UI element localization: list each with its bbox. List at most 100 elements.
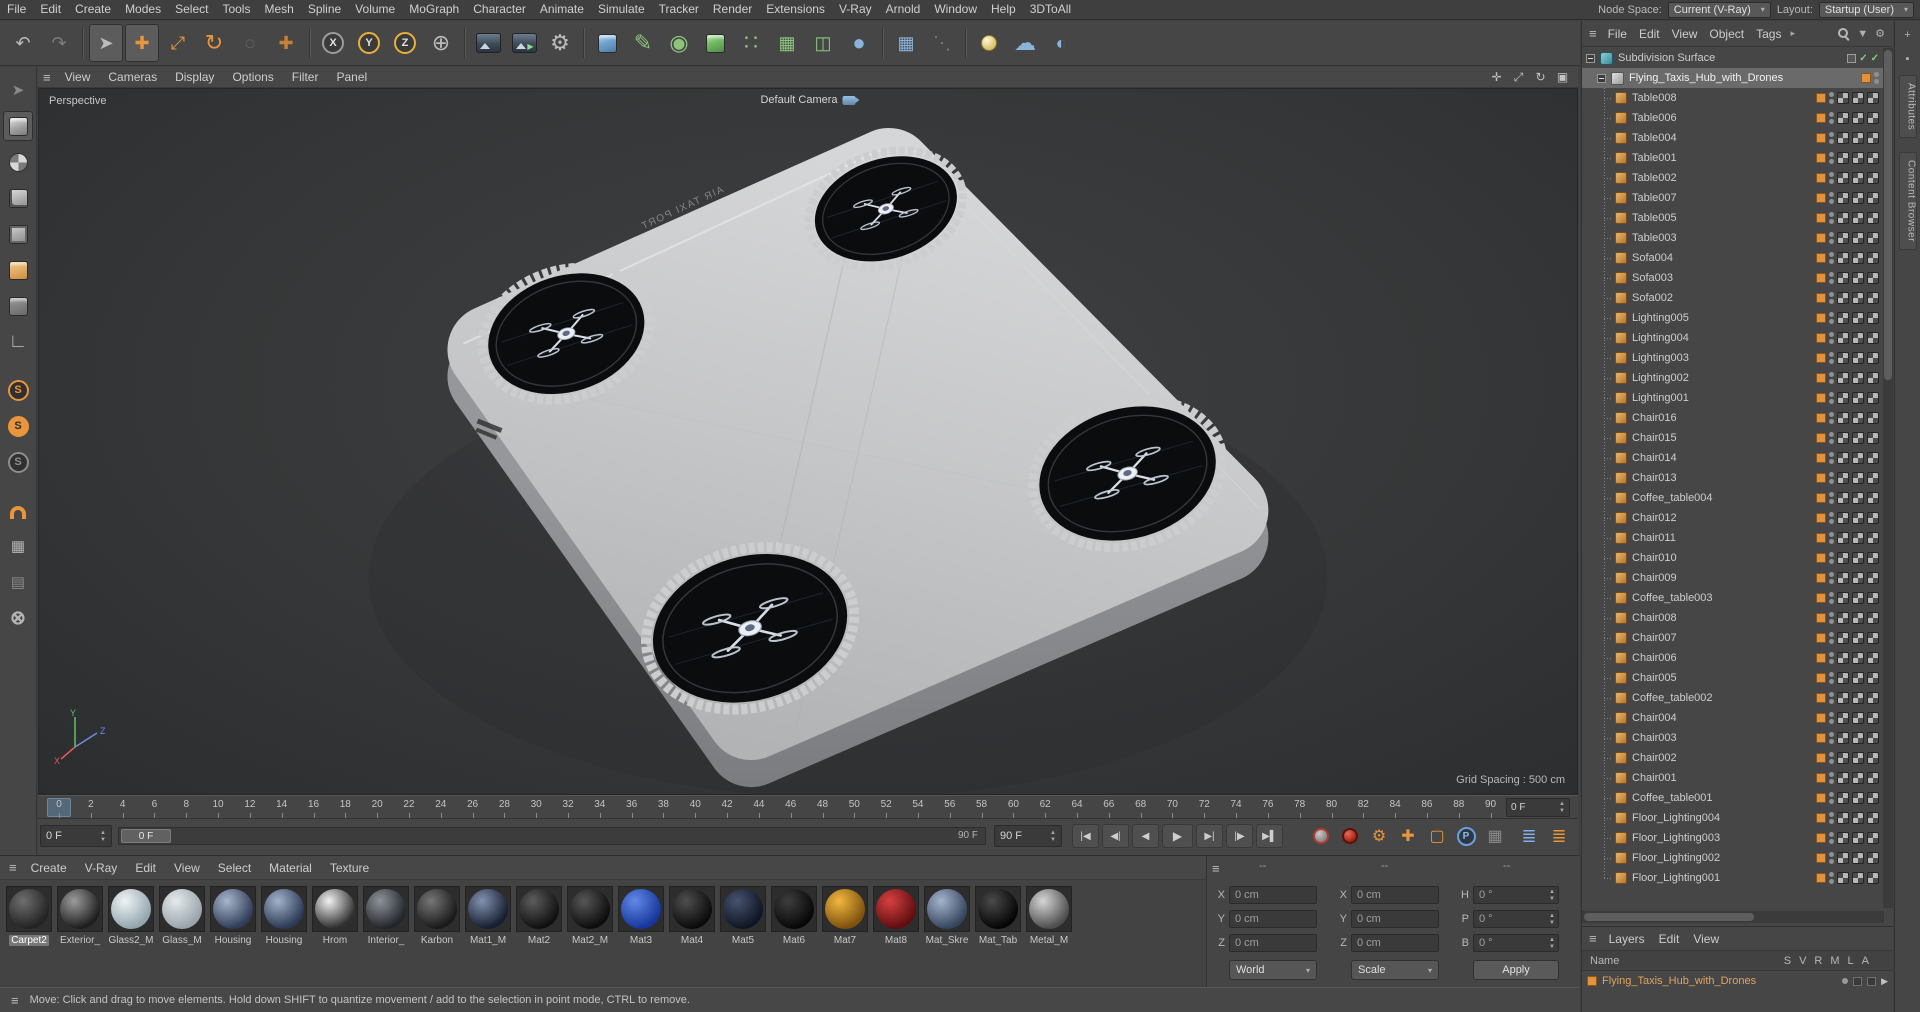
layer-chip[interactable] xyxy=(1816,453,1826,463)
texture-tag-icon[interactable] xyxy=(1837,532,1849,544)
tree-item-lighting004[interactable]: Lighting004 xyxy=(1582,328,1884,348)
visible-check-icon[interactable]: ✓ xyxy=(1871,53,1879,64)
editor-visibility-dot[interactable] xyxy=(1829,472,1834,477)
menu-mograph[interactable]: MoGraph xyxy=(402,0,466,20)
ruler-tick-4[interactable]: 4 xyxy=(116,796,130,818)
ruler-tick-12[interactable]: 12 xyxy=(243,796,257,818)
ruler-tick-74[interactable]: 74 xyxy=(1229,796,1243,818)
enabled-check-icon[interactable]: ✓ xyxy=(1859,53,1867,64)
phong-tag-icon[interactable] xyxy=(1867,92,1879,104)
tree-item-lighting002[interactable]: Lighting002 xyxy=(1582,368,1884,388)
metaball-icon[interactable]: ● xyxy=(842,24,876,62)
viewport-menu-view[interactable]: View xyxy=(56,70,100,84)
ruler-tick-26[interactable]: 26 xyxy=(466,796,480,818)
points-mode-icon[interactable] xyxy=(3,183,33,213)
editor-visibility-dot[interactable] xyxy=(1829,832,1834,837)
rotation-header[interactable]: -- xyxy=(1503,860,1510,872)
texture-tag-icon[interactable] xyxy=(1837,672,1849,684)
ruler-tick-90[interactable]: 90 xyxy=(1484,796,1498,818)
render-visibility-dot[interactable] xyxy=(1829,179,1834,184)
texture-tag-icon[interactable] xyxy=(1837,752,1849,764)
size-z-field[interactable]: 0 cm xyxy=(1351,934,1439,952)
tree-item-chair015[interactable]: Chair015 xyxy=(1582,428,1884,448)
phong-tag-icon[interactable] xyxy=(1867,132,1879,144)
render-visibility-dot[interactable] xyxy=(1829,259,1834,264)
phong-tag-icon[interactable] xyxy=(1867,412,1879,424)
tree-item-table006[interactable]: Table006 xyxy=(1582,108,1884,128)
tree-item-floor-lighting001[interactable]: Floor_Lighting001 xyxy=(1582,868,1884,888)
power-slider-handle[interactable]: 0 F xyxy=(121,829,171,843)
layer-chip[interactable] xyxy=(1861,73,1871,83)
material-swatch-mat2-m[interactable]: Mat2_M xyxy=(565,886,615,946)
tree-item-table005[interactable]: Table005 xyxy=(1582,208,1884,228)
add-panel-icon[interactable]: + xyxy=(1900,27,1916,43)
ruler-tick-70[interactable]: 70 xyxy=(1165,796,1179,818)
tree-item-table001[interactable]: Table001 xyxy=(1582,148,1884,168)
scale-tool-icon[interactable]: ⤢ xyxy=(161,24,195,62)
ruler-tick-2[interactable]: 2 xyxy=(84,796,98,818)
tree-item-lighting005[interactable]: Lighting005 xyxy=(1582,308,1884,328)
editor-visibility-dot[interactable] xyxy=(1829,272,1834,277)
solo-dot-icon[interactable] xyxy=(1842,978,1849,984)
texture-tag-icon[interactable] xyxy=(1852,92,1864,104)
render-visibility-dot[interactable] xyxy=(1829,739,1834,744)
texture-tag-icon[interactable] xyxy=(1852,352,1864,364)
material-swatch-housing[interactable]: Housing xyxy=(259,886,309,946)
spinner-down-icon[interactable]: ▼ xyxy=(1559,808,1565,814)
texture-tag-icon[interactable] xyxy=(1852,752,1864,764)
texture-tag-icon[interactable] xyxy=(1852,772,1864,784)
prev-frame-button[interactable]: ◀ xyxy=(1132,824,1159,848)
spline-pen-icon[interactable]: ✎ xyxy=(626,24,660,62)
redo-icon[interactable]: ↷ xyxy=(42,24,76,62)
texture-tag-icon[interactable] xyxy=(1837,492,1849,504)
y-axis-lock-icon[interactable]: Y xyxy=(352,24,386,62)
phong-tag-icon[interactable] xyxy=(1867,712,1879,724)
texture-tag-icon[interactable] xyxy=(1837,652,1849,664)
ruler-tick-56[interactable]: 56 xyxy=(943,796,957,818)
tree-item-sofa004[interactable]: Sofa004 xyxy=(1582,248,1884,268)
material-swatch-glass2-m[interactable]: Glass2_M xyxy=(106,886,156,946)
goto-start-button[interactable]: |◀ xyxy=(1072,824,1099,848)
editor-visibility-dot[interactable] xyxy=(1829,812,1834,817)
texture-tag-icon[interactable] xyxy=(1852,592,1864,604)
ruler-tick-30[interactable]: 30 xyxy=(529,796,543,818)
vertical-scrollbar[interactable] xyxy=(1883,48,1893,908)
editor-visibility-dot[interactable] xyxy=(1829,612,1834,617)
editor-visibility-dot[interactable] xyxy=(1829,412,1834,417)
render-visibility-dot[interactable] xyxy=(1829,619,1834,624)
texture-tag-icon[interactable] xyxy=(1837,112,1849,124)
editor-visibility-dot[interactable] xyxy=(1829,332,1834,337)
ruler-tick-44[interactable]: 44 xyxy=(752,796,766,818)
editor-visibility-dot[interactable] xyxy=(1829,92,1834,97)
tree-item-chair011[interactable]: Chair011 xyxy=(1582,528,1884,548)
ruler-tick-62[interactable]: 62 xyxy=(1038,796,1052,818)
layer-chip[interactable] xyxy=(1816,193,1826,203)
free-move-icon[interactable]: ✚ xyxy=(269,24,303,62)
render-visibility-dot[interactable] xyxy=(1829,299,1834,304)
layer-chip[interactable] xyxy=(1816,733,1826,743)
timeline-options-icon[interactable]: ≣ xyxy=(1548,825,1570,847)
phong-tag-icon[interactable] xyxy=(1867,532,1879,544)
texture-tag-icon[interactable] xyxy=(1837,412,1849,424)
viewport-menu-filter[interactable]: Filter xyxy=(283,70,328,84)
editor-visibility-dot[interactable] xyxy=(1829,492,1834,497)
scale-mode-select[interactable]: Scale ▾ xyxy=(1351,960,1439,980)
render-visibility-dot[interactable] xyxy=(1829,459,1834,464)
texture-tag-icon[interactable] xyxy=(1837,692,1849,704)
layers-menu-edit[interactable]: Edit xyxy=(1652,932,1687,946)
material-menu-select[interactable]: Select xyxy=(209,861,260,875)
texture-mode-icon[interactable] xyxy=(3,147,33,177)
editor-visibility-dot[interactable] xyxy=(1829,732,1834,737)
position-y-field[interactable]: 0 cm xyxy=(1229,910,1317,928)
layer-chip[interactable] xyxy=(1816,853,1826,863)
tree-item-floor-lighting002[interactable]: Floor_Lighting002 xyxy=(1582,848,1884,868)
render-visibility-dot[interactable] xyxy=(1829,879,1834,884)
ruler-tick-58[interactable]: 58 xyxy=(975,796,989,818)
menu-v-ray[interactable]: V-Ray xyxy=(832,0,879,20)
ruler-tick-40[interactable]: 40 xyxy=(688,796,702,818)
editor-visibility-dot[interactable] xyxy=(1829,252,1834,257)
texture-tag-icon[interactable] xyxy=(1837,552,1849,564)
render-visibility-dot[interactable] xyxy=(1829,159,1834,164)
editor-visibility-dot[interactable] xyxy=(1829,152,1834,157)
layer-chip[interactable] xyxy=(1816,413,1826,423)
